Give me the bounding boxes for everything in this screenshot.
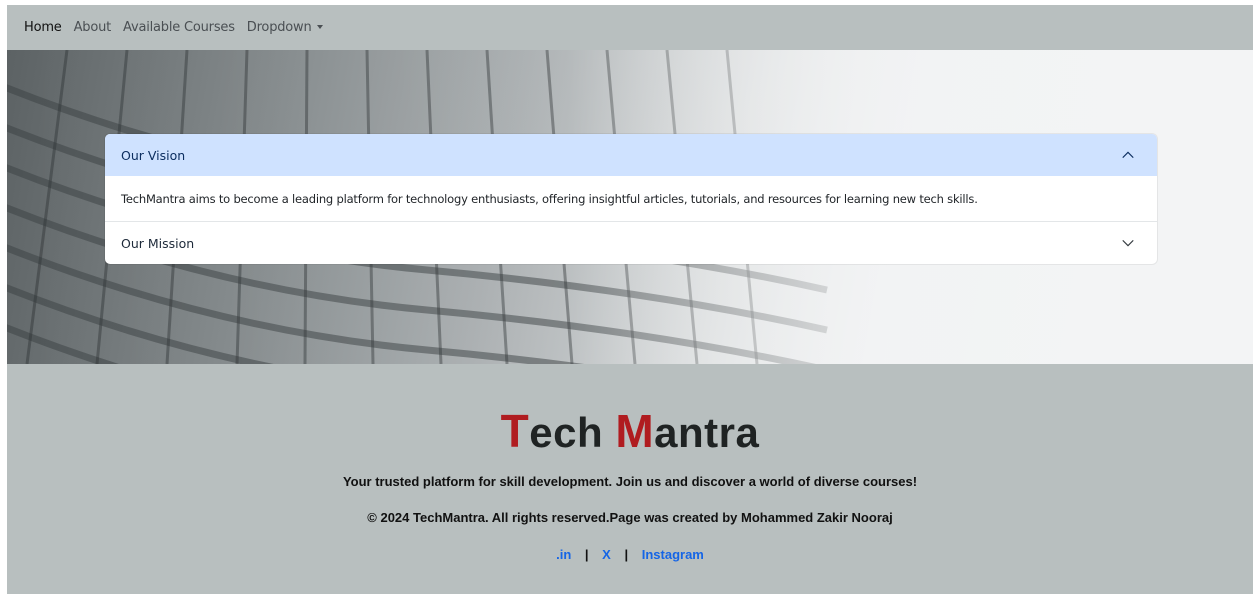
link-separator: | [584,547,589,562]
x-link[interactable]: X [602,547,611,562]
link-separator: | [624,547,629,562]
brand-logo-text: Tech Mantra [500,405,760,457]
accordion-body-our-vision: TechMantra aims to become a leading plat… [105,176,1157,222]
page-frame: Home About Available Courses Dropdown Ou… [7,5,1253,594]
nav-available-courses-link[interactable]: Available Courses [123,20,235,35]
nav-about-link[interactable]: About [74,20,112,35]
caret-down-icon [316,25,323,29]
nav-dropdown-label: Dropdown [246,20,312,35]
chevron-down-icon [1122,239,1134,247]
footer-tagline: Your trusted platform for skill developm… [342,474,918,489]
social-links: .in | X | Instagram [7,547,1253,562]
site-footer: Tech Mantra Your trusted platform for sk… [7,364,1253,594]
instagram-link[interactable]: Instagram [642,547,704,562]
accordion-header-our-mission[interactable]: Our Mission [105,222,1157,264]
accordion-title: Our Mission [121,235,195,251]
accordion-header-our-vision[interactable]: Our Vision [105,134,1157,176]
accordion-title: Our Vision [121,147,186,163]
nav-home-link[interactable]: Home [24,20,62,35]
about-accordion: Our Vision TechMantra aims to become a l… [105,134,1157,264]
nav-dropdown-toggle[interactable]: Dropdown [247,20,323,35]
chevron-up-icon [1122,151,1134,159]
linkedin-link[interactable]: .in [556,547,571,562]
hero-banner: Our Vision TechMantra aims to become a l… [7,50,1253,364]
top-navbar: Home About Available Courses Dropdown [7,5,1253,50]
footer-copyright: © 2024 TechMantra. All rights reserved.P… [367,510,893,525]
